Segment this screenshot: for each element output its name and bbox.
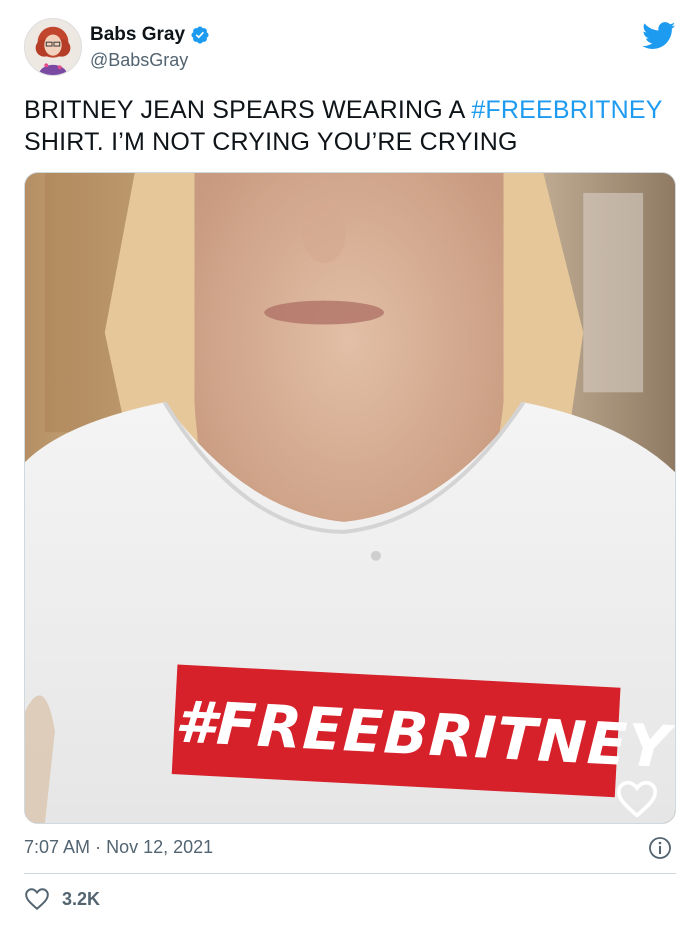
tweet-text-part1: BRITNEY JEAN SPEARS WEARING A — [24, 96, 472, 124]
tweet-text: BRITNEY JEAN SPEARS WEARING A #FREEBRITN… — [24, 94, 684, 158]
twitter-bird-icon[interactable] — [642, 22, 676, 50]
avatar-image — [25, 19, 81, 75]
author-handle[interactable]: @BabsGray — [90, 50, 188, 71]
tweet-time[interactable]: 7:07 AM — [24, 837, 90, 857]
avatar[interactable] — [24, 18, 82, 76]
tweet-card: Babs Gray @BabsGray BRITNEY JEAN SPEARS … — [0, 0, 700, 927]
tweet-date[interactable]: Nov 12, 2021 — [106, 837, 213, 857]
author-name-row[interactable]: Babs Gray — [90, 24, 210, 46]
heart-overlay-icon[interactable] — [615, 779, 659, 819]
heart-icon[interactable] — [24, 887, 50, 911]
tweet-media-video[interactable]: #FREEBRITNEY — [24, 172, 676, 824]
meta-separator: · — [95, 837, 102, 857]
divider — [24, 873, 676, 874]
like-action[interactable]: 3.2K — [24, 887, 100, 911]
tweet-text-part2: SHIRT. I’M NOT CRYING YOU’RE CRYING — [24, 128, 518, 156]
tweet-timestamp[interactable]: 7:07 AM · Nov 12, 2021 — [24, 837, 213, 858]
like-count: 3.2K — [62, 888, 101, 909]
hashtag-link[interactable]: #FREEBRITNEY — [471, 96, 662, 124]
author-display-name[interactable]: Babs Gray — [90, 24, 185, 46]
info-icon[interactable] — [648, 836, 672, 860]
verified-badge-icon — [190, 25, 210, 45]
